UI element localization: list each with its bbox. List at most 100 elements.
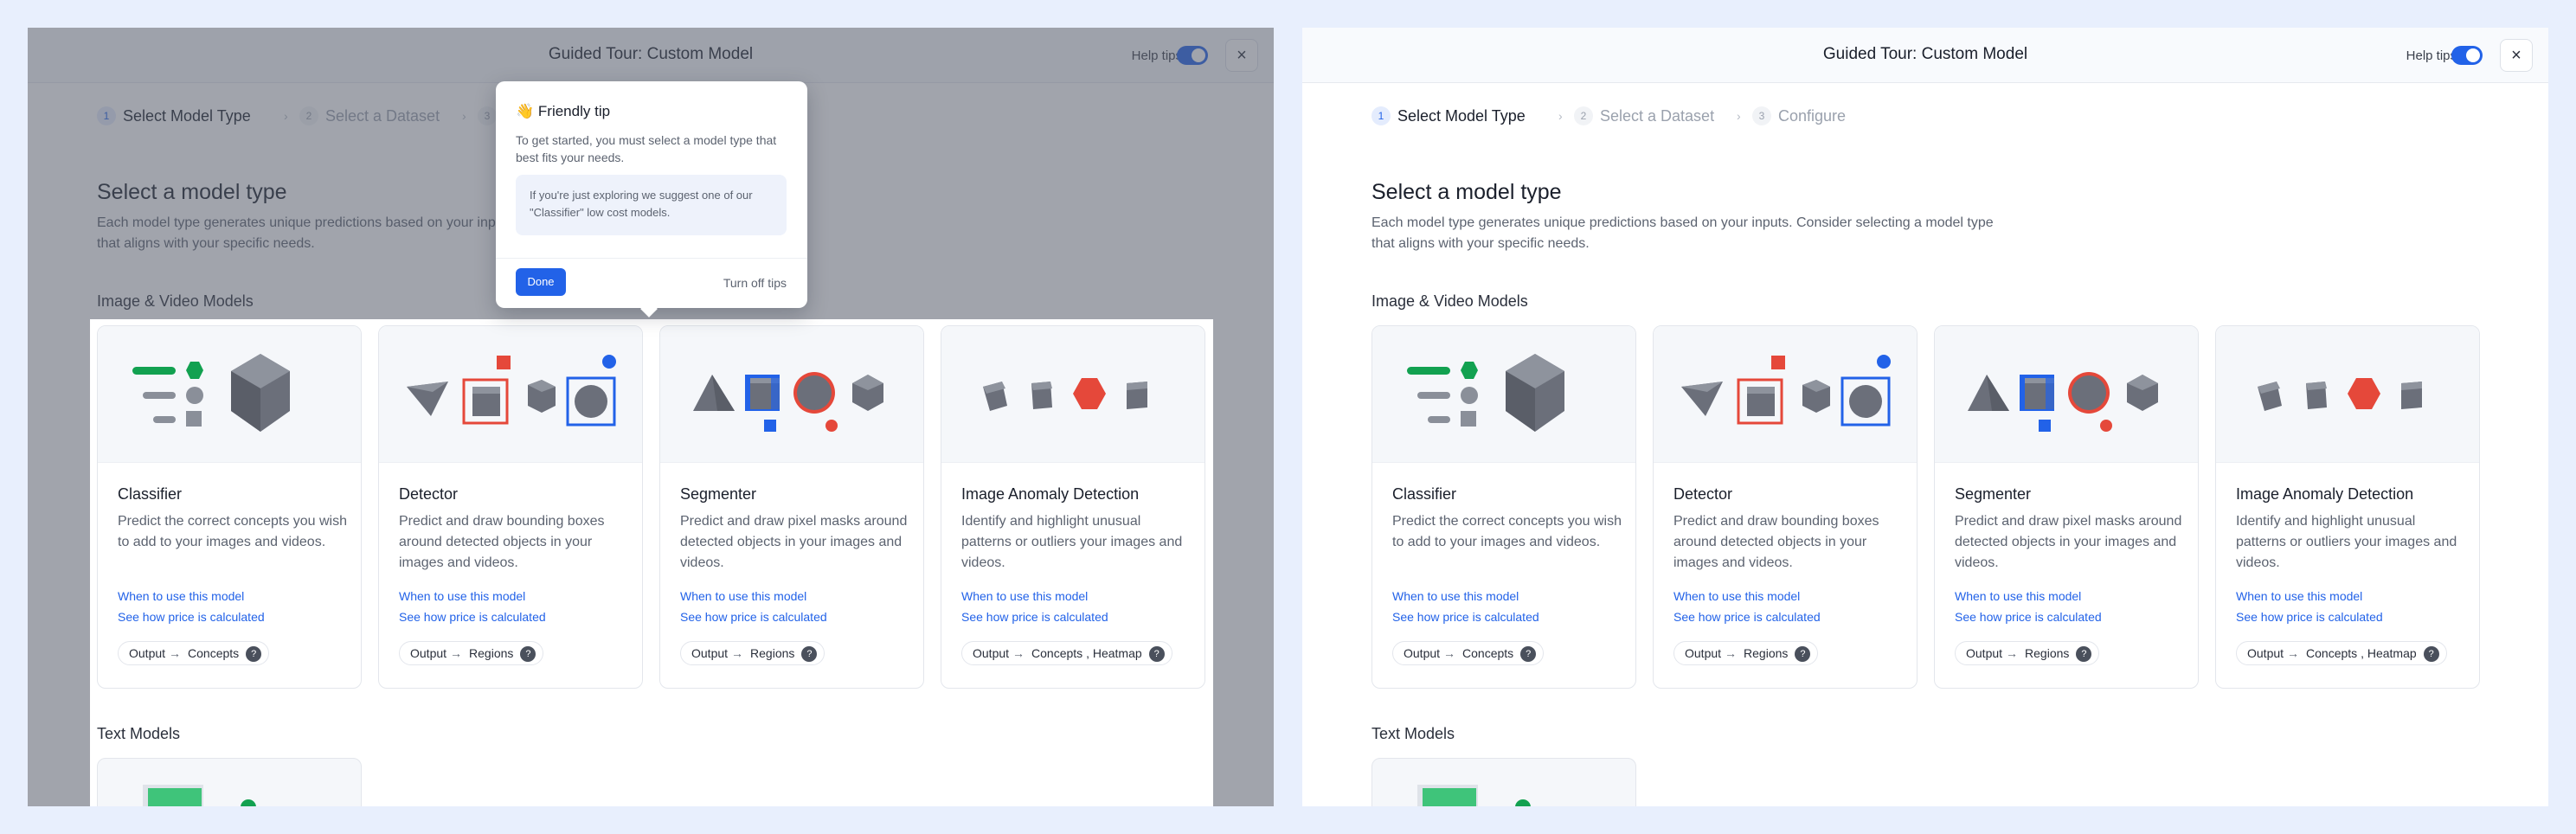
- text-model-illustration: [143, 785, 256, 806]
- card-title: Segmenter: [1955, 485, 2032, 503]
- output-label: Output: [1685, 646, 1722, 660]
- when-to-use-link[interactable]: When to use this model: [118, 589, 244, 603]
- stepper: 1 Select Model Type › 2 Select a Dataset ›…: [1372, 104, 2150, 128]
- question-icon[interactable]: ?: [1520, 646, 1537, 662]
- step-number: 2: [1574, 106, 1593, 125]
- question-icon[interactable]: ?: [2423, 646, 2439, 662]
- card-description: Identify and highlight unusual patterns …: [961, 514, 1183, 570]
- modal-header: Guided Tour: Custom Model Help tips ×: [1302, 28, 2548, 83]
- card-title: Segmenter: [680, 485, 757, 503]
- output-value: Concepts: [1462, 646, 1514, 660]
- when-to-use-link[interactable]: When to use this model: [1392, 589, 1519, 603]
- output-chip: Output → Concepts , Heatmap?: [2236, 641, 2447, 665]
- card-title: Classifier: [118, 485, 183, 503]
- tip-title-text: Friendly tip: [537, 103, 611, 119]
- help-tips-toggle[interactable]: [2451, 46, 2483, 65]
- model-card-detector[interactable]: Detector Predict and draw bounding boxes…: [378, 325, 643, 689]
- card-description: Predict and draw pixel masks around dete…: [1955, 514, 2182, 570]
- output-chip: Output → Regions?: [680, 641, 825, 665]
- tip-body: To get started, you must select a model …: [516, 133, 777, 164]
- wave-hand-icon: 👋: [516, 103, 535, 119]
- output-value: Regions: [1744, 646, 1789, 660]
- step-label: Select Model Type: [1397, 107, 1526, 125]
- question-icon[interactable]: ?: [246, 646, 262, 662]
- question-icon[interactable]: ?: [2076, 646, 2092, 662]
- output-label: Output: [1966, 646, 2003, 660]
- anomaly-detection-illustration: [2216, 326, 2479, 463]
- arrow-right-icon: →: [2006, 646, 2019, 660]
- when-to-use-link[interactable]: When to use this model: [680, 589, 806, 603]
- model-card-detector[interactable]: Detector Predict and draw bounding boxes…: [1653, 325, 1918, 689]
- when-to-use-link[interactable]: When to use this model: [961, 589, 1088, 603]
- step-label: Configure: [1778, 107, 1847, 125]
- price-calculation-link[interactable]: See how price is calculated: [680, 610, 827, 624]
- question-icon[interactable]: ?: [1795, 646, 1811, 662]
- output-value: Concepts , Heatmap: [1031, 646, 1142, 660]
- model-card-segmenter[interactable]: Segmenter Predict and draw pixel masks a…: [659, 325, 924, 689]
- chevron-right-icon: ›: [1558, 109, 1563, 123]
- output-chip: Output → Regions?: [1955, 641, 2100, 665]
- model-card-image-anomaly-detection[interactable]: Image Anomaly Detection Identify and hig…: [941, 325, 1205, 689]
- output-chip: Output → Concepts?: [118, 641, 270, 665]
- output-label: Output: [973, 646, 1010, 660]
- anomaly-detection-illustration: [941, 326, 1204, 463]
- toggle-knob: [2466, 48, 2480, 62]
- question-icon[interactable]: ?: [520, 646, 536, 662]
- arrow-right-icon: →: [1725, 646, 1738, 660]
- section-image-video-models: Image & Video Models: [1372, 292, 1528, 310]
- output-chip: Output → Regions?: [399, 641, 544, 665]
- classifier-illustration: [98, 326, 361, 463]
- classifier-illustration: [1372, 326, 1635, 463]
- model-card-text[interactable]: [97, 758, 362, 806]
- close-button[interactable]: ×: [2500, 39, 2533, 72]
- done-button[interactable]: Done: [516, 268, 566, 296]
- output-value: Concepts: [188, 646, 240, 660]
- segmenter-illustration: [660, 326, 923, 463]
- when-to-use-link[interactable]: When to use this model: [1673, 589, 1800, 603]
- price-calculation-link[interactable]: See how price is calculated: [399, 610, 546, 624]
- step-configure[interactable]: 3 Configure: [1752, 104, 1846, 128]
- step-label: Select a Dataset: [1600, 107, 1715, 125]
- arrow-right-icon: →: [169, 646, 182, 660]
- price-calculation-link[interactable]: See how price is calculated: [1673, 610, 1821, 624]
- question-icon[interactable]: ?: [1148, 646, 1165, 662]
- model-card-text[interactable]: [1372, 758, 1636, 806]
- output-label: Output: [410, 646, 447, 660]
- question-icon[interactable]: ?: [801, 646, 818, 662]
- card-description: Identify and highlight unusual patterns …: [2236, 514, 2457, 570]
- arrow-right-icon: →: [450, 646, 463, 660]
- card-description: Predict and draw bounding boxes around d…: [399, 514, 605, 570]
- tour-overlay-right: [1213, 319, 1274, 806]
- output-label: Output: [129, 646, 166, 660]
- model-card-image-anomaly-detection[interactable]: Image Anomaly Detection Identify and hig…: [2215, 325, 2480, 689]
- output-value: Regions: [750, 646, 795, 660]
- card-title: Detector: [1673, 485, 1733, 503]
- close-icon: ×: [2511, 46, 2521, 65]
- model-card-classifier[interactable]: Classifier Predict the correct concepts …: [97, 325, 362, 689]
- card-description: Predict and draw bounding boxes around d…: [1673, 514, 1879, 570]
- output-chip: Output → Concepts , Heatmap?: [961, 641, 1172, 665]
- price-calculation-link[interactable]: See how price is calculated: [118, 610, 265, 624]
- price-calculation-link[interactable]: See how price is calculated: [1955, 610, 2102, 624]
- section-text-models: Text Models: [97, 725, 181, 742]
- step-select-model-type[interactable]: 1 Select Model Type: [1372, 104, 1526, 128]
- when-to-use-link[interactable]: When to use this model: [1955, 589, 2081, 603]
- output-chip: Output → Regions?: [1673, 641, 1819, 665]
- tip-note: If you're just exploring we suggest one …: [516, 175, 787, 235]
- help-tips-label: Help tips: [2406, 48, 2457, 63]
- turn-off-tips-link[interactable]: Turn off tips: [723, 276, 787, 290]
- model-card-classifier[interactable]: Classifier Predict the correct concepts …: [1372, 325, 1636, 689]
- price-calculation-link[interactable]: See how price is calculated: [961, 610, 1108, 624]
- arrow-right-icon: →: [1012, 646, 1025, 660]
- step-select-dataset[interactable]: 2 Select a Dataset: [1574, 104, 1714, 128]
- guided-tour-screen: Guided Tour: Custom Model Help tips × 1S…: [1302, 28, 2548, 806]
- guided-tour-screen-with-tip: Guided Tour: Custom Model Help tips × 1S…: [28, 28, 1274, 806]
- page-title: Select a model type: [1372, 180, 1562, 204]
- output-value: Regions: [2025, 646, 2070, 660]
- price-calculation-link[interactable]: See how price is calculated: [2236, 610, 2383, 624]
- price-calculation-link[interactable]: See how price is calculated: [1392, 610, 1539, 624]
- model-card-segmenter[interactable]: Segmenter Predict and draw pixel masks a…: [1934, 325, 2199, 689]
- card-title: Detector: [399, 485, 459, 503]
- when-to-use-link[interactable]: When to use this model: [399, 589, 525, 603]
- when-to-use-link[interactable]: When to use this model: [2236, 589, 2362, 603]
